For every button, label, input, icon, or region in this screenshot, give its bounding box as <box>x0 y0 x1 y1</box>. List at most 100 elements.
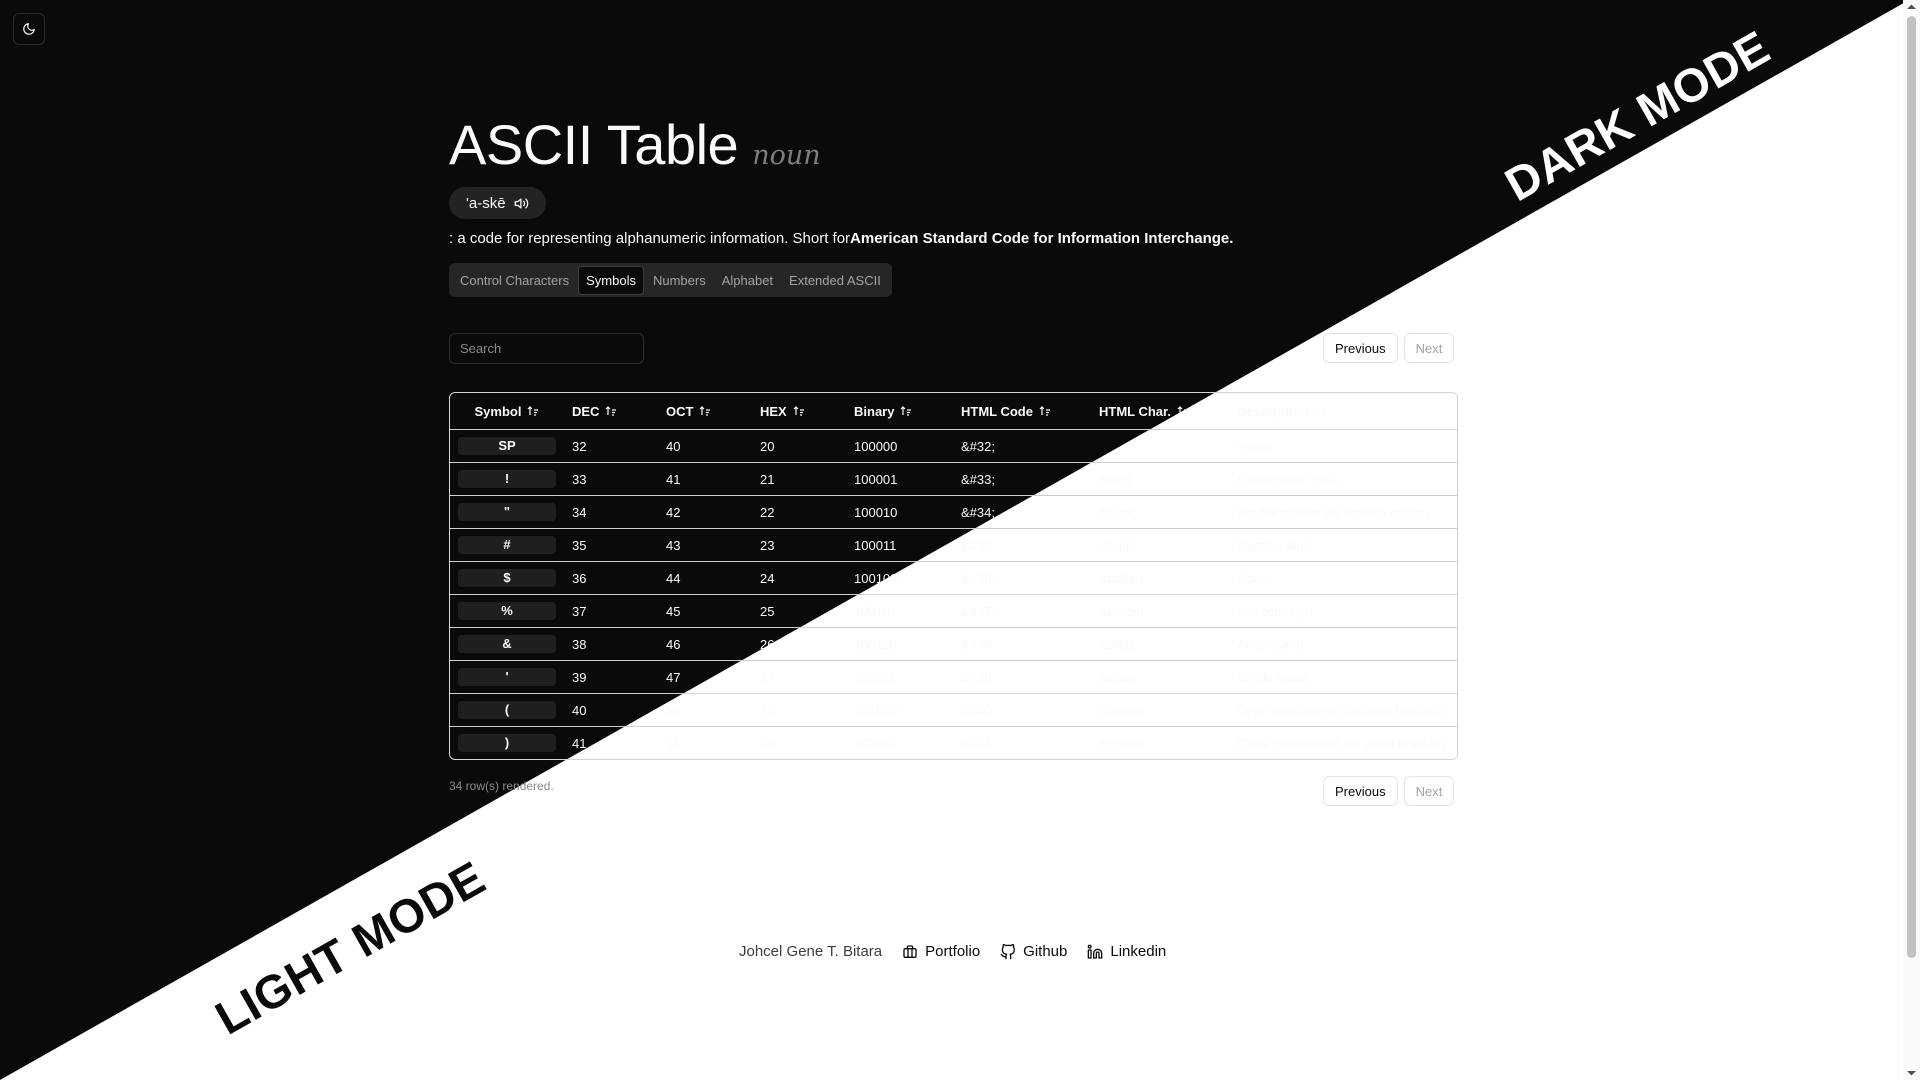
binary-cell: 100000 <box>846 429 953 463</box>
description-cell: Space <box>1229 429 1457 463</box>
github-icon <box>1000 943 1016 959</box>
html-code-cell: &#41; <box>953 726 1091 759</box>
dec-cell: 32 <box>564 429 658 463</box>
title-row: ASCII Table noun <box>449 112 821 177</box>
search-input[interactable] <box>460 341 636 356</box>
portfolio-link[interactable]: Portfolio <box>902 943 980 960</box>
oct-cell: 46 <box>658 627 752 661</box>
oct-cell: 43 <box>658 528 752 562</box>
html-char-cell: &dollar; <box>1091 561 1229 595</box>
description-cell: Close parenthesis (or close bracket) <box>1229 726 1457 759</box>
theme-toggle-button[interactable] <box>13 13 45 45</box>
description-cell: Exclamation mark <box>1229 462 1457 496</box>
tab-control-characters[interactable]: Control Characters <box>453 267 576 294</box>
binary-cell: 100010 <box>846 495 953 529</box>
next-button[interactable]: Next <box>1403 776 1455 806</box>
column-header[interactable]: Binary <box>846 393 953 430</box>
table-row: SP 32 40 20 100000 &#32; Space <box>450 429 1457 463</box>
column-header[interactable]: HTML Code <box>953 393 1091 430</box>
moon-icon <box>23 23 35 35</box>
oct-cell: 44 <box>658 561 752 595</box>
speaker-icon <box>514 198 528 208</box>
html-code-cell: &#36; <box>953 561 1091 595</box>
hex-cell: 20 <box>752 429 846 463</box>
symbol-badge: $ <box>458 569 556 587</box>
html-char-cell: &quot; <box>1091 495 1229 529</box>
dec-cell: 37 <box>564 594 658 628</box>
tab-extended-ascii[interactable]: Extended ASCII <box>782 267 888 294</box>
hex-cell: 27 <box>752 660 846 694</box>
tab-alphabet[interactable]: Alphabet <box>715 267 780 294</box>
symbol-badge: ) <box>458 734 556 752</box>
tab-numbers[interactable]: Numbers <box>646 267 713 294</box>
column-header[interactable]: OCT <box>658 393 752 430</box>
description-cell: Ampersand <box>1229 627 1457 661</box>
linkedin-link-label: Linkedin <box>1110 943 1167 960</box>
linkedin-link[interactable]: Linkedin <box>1087 943 1166 960</box>
pronunciation-button[interactable]: 'a-skē <box>449 187 546 219</box>
dec-cell: 39 <box>564 660 658 694</box>
row-count-status: 34 row(s) rendered. <box>449 779 554 793</box>
oct-cell: 42 <box>658 495 752 529</box>
symbol-badge: ' <box>458 668 556 686</box>
symbol-badge: % <box>458 602 556 620</box>
previous-button[interactable]: Previous <box>1323 333 1398 363</box>
definition: : a code for representing alphanumeric i… <box>449 230 1233 247</box>
table-row: ( 40 50 28 101000 &#40; &lparen; Open pa… <box>450 693 1457 727</box>
previous-button[interactable]: Previous <box>1323 776 1398 806</box>
column-header[interactable]: HEX <box>752 393 846 430</box>
oct-cell: 50 <box>658 693 752 727</box>
sort-icon <box>901 405 912 416</box>
table-row: ' 39 47 27 100111 &#39; &apos; Single qu… <box>450 660 1457 694</box>
dec-cell: 33 <box>564 462 658 496</box>
scroll-thumb[interactable] <box>1907 16 1916 958</box>
description-cell: Dollar <box>1229 561 1457 595</box>
next-button[interactable]: Next <box>1403 333 1455 363</box>
tab-symbols[interactable]: Symbols <box>578 265 644 295</box>
pagination-top: Previous Next <box>1323 333 1455 363</box>
scroll-up-icon[interactable] <box>1903 0 1920 14</box>
oct-cell: 40 <box>658 429 752 463</box>
column-header[interactable]: Description <box>1229 393 1457 430</box>
html-code-cell: &#35; <box>953 528 1091 562</box>
sort-icon <box>793 405 804 416</box>
html-char-cell <box>1091 429 1229 463</box>
table-row: & 38 46 26 100110 &#38; &amp; Ampersand <box>450 627 1457 661</box>
sort-icon <box>528 405 539 416</box>
column-header[interactable]: DEC <box>564 393 658 430</box>
github-link-label: Github <box>1023 943 1068 960</box>
binary-cell: 100100 <box>846 561 953 595</box>
dec-cell: 34 <box>564 495 658 529</box>
binary-cell: 100110 <box>846 627 953 661</box>
part-of-speech: noun <box>752 140 821 171</box>
table-row: # 35 43 23 100011 &#35; &num; Number sig… <box>450 528 1457 562</box>
hex-cell: 21 <box>752 462 846 496</box>
html-char-cell: &apos; <box>1091 660 1229 694</box>
html-code-cell: &#32; <box>953 429 1091 463</box>
dec-cell: 38 <box>564 627 658 661</box>
briefcase-icon <box>903 944 917 958</box>
description-cell: Double quotes (or speech marks) <box>1229 495 1457 529</box>
table-row: ! 33 41 21 100001 &#33; &excl; Exclamati… <box>450 462 1457 496</box>
scroll-down-icon[interactable] <box>1903 1066 1920 1080</box>
github-link[interactable]: Github <box>1000 943 1067 960</box>
sort-icon <box>606 405 617 416</box>
dec-cell: 40 <box>564 693 658 727</box>
sort-icon <box>1039 405 1050 416</box>
portfolio-link-label: Portfolio <box>925 943 981 960</box>
html-char-cell: &excl; <box>1091 462 1229 496</box>
dec-cell: 36 <box>564 561 658 595</box>
html-char-cell: &num; <box>1091 528 1229 562</box>
html-char-cell: &percnt; <box>1091 594 1229 628</box>
symbol-badge: ( <box>458 701 556 719</box>
pagination-bottom: Previous Next <box>1323 776 1455 806</box>
column-header[interactable]: Symbol <box>450 393 564 430</box>
column-header[interactable]: HTML Char. <box>1091 393 1229 430</box>
description-cell: Per cent sign <box>1229 594 1457 628</box>
html-code-cell: &#40; <box>953 693 1091 727</box>
vertical-scrollbar[interactable] <box>1903 0 1920 1080</box>
table-row: % 37 45 25 100101 &#37; &percnt; Per cen… <box>450 594 1457 628</box>
symbol-badge: ! <box>458 470 556 488</box>
description-cell: Number sign <box>1229 528 1457 562</box>
binary-cell: 100111 <box>846 660 953 694</box>
